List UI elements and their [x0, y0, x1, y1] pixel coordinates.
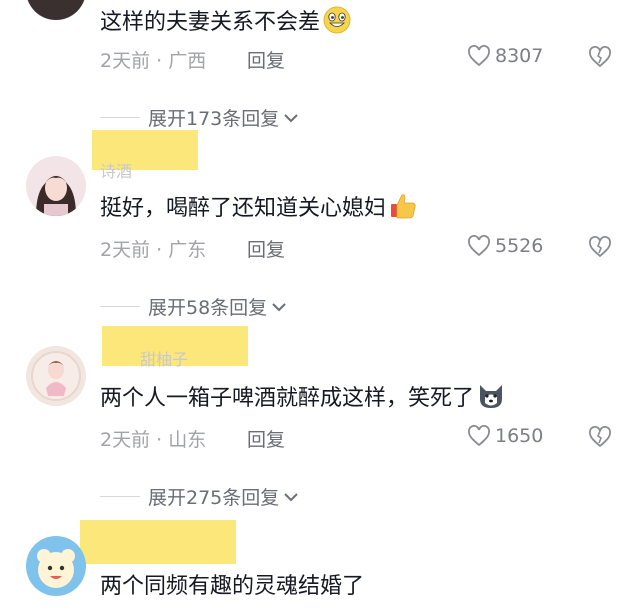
avatar[interactable]	[26, 0, 86, 20]
comment-location: 广东	[168, 239, 207, 261]
comment-time: 2天前	[100, 239, 151, 261]
chevron-down-icon	[284, 113, 298, 122]
avatar-cartoon	[26, 536, 86, 596]
reply-button[interactable]: 回复	[247, 46, 285, 73]
heart-icon	[468, 235, 490, 257]
expand-replies[interactable]: 展开58条回复	[100, 293, 287, 320]
chevron-down-icon	[272, 302, 286, 311]
grinning-emoji-icon	[323, 6, 351, 34]
like-button[interactable]: 5526	[467, 235, 543, 257]
like-button[interactable]: 1650	[467, 425, 543, 447]
avatar-photo	[26, 346, 86, 406]
comment-text-row: 两个人一箱子啤酒就醉成这样，笑死了	[100, 380, 506, 412]
comment-text-row: 这样的夫妻关系不会差	[100, 4, 352, 36]
comment-text: 两个人一箱子啤酒就醉成这样，笑死了	[100, 386, 475, 411]
comment-text-row: 两个同频有趣的灵魂结婚了	[100, 568, 364, 600]
like-button[interactable]: 8307	[467, 45, 543, 67]
reply-button[interactable]: 回复	[247, 425, 285, 452]
broken-heart-icon	[589, 46, 611, 68]
comment-location: 山东	[168, 429, 207, 451]
like-count: 1650	[495, 425, 544, 447]
expand-replies-label: 展开58条回复	[148, 297, 268, 319]
expand-replies-label: 展开275条回复	[148, 487, 280, 509]
heart-icon	[468, 425, 490, 447]
meta-separator: ·	[156, 50, 163, 72]
dislike-button[interactable]	[588, 426, 612, 452]
dislike-button[interactable]	[588, 46, 612, 72]
comment-meta: 2天前 · 广东	[100, 235, 206, 262]
like-count: 8307	[495, 45, 544, 67]
thumbs-up-icon	[391, 194, 416, 219]
reply-button[interactable]: 回复	[247, 235, 285, 262]
heart-icon	[468, 45, 490, 67]
comment-text-row: 挺好，喝醉了还知道关心媳妇	[100, 190, 418, 222]
comment-meta: 2天前 · 山东	[100, 425, 206, 452]
husky-face-icon	[480, 385, 503, 408]
comment-time: 2天前	[100, 50, 151, 72]
comment-text: 挺好，喝醉了还知道关心媳妇	[100, 196, 387, 221]
avatar[interactable]	[26, 346, 86, 406]
expand-replies[interactable]: 展开275条回复	[100, 483, 299, 510]
comment-text: 两个同频有趣的灵魂结婚了	[100, 574, 365, 599]
dislike-button[interactable]	[588, 236, 612, 262]
comment-meta: 2天前 · 广西	[100, 46, 206, 73]
avatar[interactable]	[26, 156, 86, 216]
comment-time: 2天前	[100, 429, 151, 451]
comment-location: 广西	[168, 50, 207, 72]
username[interactable]: 甜柚子	[140, 346, 188, 370]
divider	[100, 496, 140, 497]
broken-heart-icon	[589, 236, 611, 258]
username-highlight	[80, 520, 236, 564]
meta-separator: ·	[156, 239, 163, 261]
avatar-photo	[26, 156, 86, 216]
meta-separator: ·	[156, 429, 163, 451]
chevron-down-icon	[284, 492, 298, 501]
avatar[interactable]	[26, 536, 86, 596]
divider	[100, 117, 140, 118]
like-count: 5526	[495, 235, 544, 257]
expand-replies[interactable]: 展开173条回复	[100, 104, 299, 131]
expand-replies-label: 展开173条回复	[148, 108, 280, 130]
comment-text: 这样的夫妻关系不会差	[100, 10, 321, 35]
divider	[100, 306, 140, 307]
broken-heart-icon	[589, 426, 611, 448]
username[interactable]: 诗酒	[100, 158, 132, 182]
